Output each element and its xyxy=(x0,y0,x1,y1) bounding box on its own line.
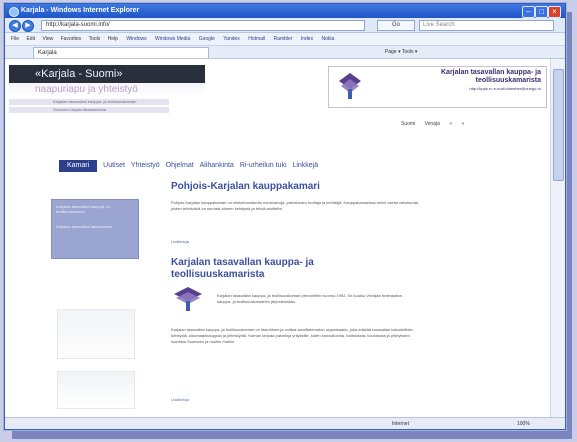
sidebar-link[interactable]: Karjalan tasavallan kauppa- ja teollisuu… xyxy=(56,204,132,214)
sidebar-link[interactable]: Karjalan tasavallan talousalueet xyxy=(56,224,132,229)
search-input[interactable]: Live Search xyxy=(419,20,554,31)
security-zone: Internet xyxy=(392,421,409,427)
article1-body: Pohjois-Karjalan kauppakamari on elinkei… xyxy=(171,200,419,211)
sidebar-image xyxy=(57,371,135,409)
chamber-banner[interactable]: Karjalan tasavallan kauppa- ja teollisuu… xyxy=(328,66,547,108)
lang-link[interactable]: Venäjä xyxy=(425,121,440,127)
page-content: «Karjala - Suomi» naapuriapu ja yhteisty… xyxy=(5,59,550,417)
lang-link[interactable]: » xyxy=(449,121,452,127)
chamber-logo-icon xyxy=(339,73,361,99)
article2-more-link[interactable]: Lisätietoja xyxy=(171,397,189,402)
back-icon[interactable]: ◀ xyxy=(9,20,21,32)
language-links: Suomi Venäjä » « xyxy=(401,121,472,127)
nav-item[interactable]: Alihankinta xyxy=(200,160,234,172)
nav-item[interactable]: Linkkejä xyxy=(292,160,318,172)
scrollbar-thumb[interactable] xyxy=(553,69,564,181)
link-item[interactable]: Index xyxy=(301,33,313,45)
lang-link[interactable]: « xyxy=(461,121,464,127)
menu-favorites[interactable]: Favorites xyxy=(61,33,82,45)
tab-row: Karjala Page ▾ Tools ▾ xyxy=(5,46,565,59)
menu-tools[interactable]: Tools xyxy=(89,33,101,45)
browser-window: Karjala - Windows Internet Explorer – □ … xyxy=(4,3,566,430)
minimize-button[interactable]: – xyxy=(522,6,535,18)
site-header-line: Suomen-Karjala liiketoimintaa xyxy=(9,107,169,113)
chamber-logo-icon xyxy=(174,287,202,311)
link-item[interactable]: Nokia xyxy=(321,33,334,45)
address-bar[interactable]: http://karjala-suomi.info/ xyxy=(41,20,365,31)
forward-icon[interactable]: ▶ xyxy=(22,20,34,32)
link-item[interactable]: Hotmail xyxy=(248,33,265,45)
site-header: «Karjala - Suomi» naapuriapu ja yhteisty… xyxy=(9,65,205,117)
vertical-scrollbar[interactable] xyxy=(550,59,565,417)
menu-edit[interactable]: Edit xyxy=(26,33,35,45)
menu-links-row: File Edit View Favorites Tools Help Wind… xyxy=(5,33,565,46)
link-item[interactable]: Windows Media xyxy=(155,33,190,45)
left-sidebar-box: Karjalan tasavallan kauppa- ja teollisuu… xyxy=(51,199,139,259)
link-item[interactable]: Google xyxy=(199,33,215,45)
menu-file[interactable]: File xyxy=(11,33,19,45)
nav-item-kamari[interactable]: Kamari xyxy=(59,160,98,172)
nav-item[interactable]: Ri-urheilun tuki xyxy=(240,160,287,172)
window-title: Karjala - Windows Internet Explorer xyxy=(21,7,140,14)
link-item[interactable]: Windows xyxy=(126,33,146,45)
banner-contact: http://kppk.ru e-mail:chamber@onego.ru xyxy=(469,86,541,91)
menu-view[interactable]: View xyxy=(42,33,53,45)
tab-karjala[interactable]: Karjala xyxy=(33,47,209,58)
menu-help[interactable]: Help xyxy=(108,33,118,45)
site-title: «Karjala - Suomi» xyxy=(9,65,205,83)
article2-intro: Karjalan tasavallan kauppa- ja teollisuu… xyxy=(217,293,403,304)
ie-icon xyxy=(9,7,19,17)
site-subtitle: naapuriapu ja yhteistyö xyxy=(9,83,205,97)
go-button[interactable]: Go xyxy=(377,20,415,31)
tab-tools[interactable]: Page ▾ Tools ▾ xyxy=(385,46,417,58)
lang-link[interactable]: Suomi xyxy=(401,121,415,127)
link-item[interactable]: Rambler xyxy=(274,33,293,45)
maximize-button[interactable]: □ xyxy=(535,6,548,18)
article2-title[interactable]: Karjalan tasavallan kauppa- ja teollisuu… xyxy=(171,257,391,281)
link-item[interactable]: Yandex xyxy=(223,33,240,45)
address-row: ◀ ▶ http://karjala-suomi.info/ Go Live S… xyxy=(5,18,565,33)
article2-body: Karjalan tasavallan kauppa- ja teollisuu… xyxy=(171,327,413,344)
site-header-line: Karjalan tasavallan kauppa- ja teollisuu… xyxy=(9,99,169,105)
close-button[interactable]: × xyxy=(548,6,561,18)
banner-line1: Karjalan tasavallan kauppa- ja xyxy=(441,69,541,76)
article1-title[interactable]: Pohjois-Karjalan kauppakamari xyxy=(171,181,491,193)
nav-item[interactable]: Ohjelmat xyxy=(166,160,194,172)
status-bar: Internet 100% xyxy=(5,417,565,429)
site-nav: Kamari Uutiset Yhteistyö Ohjelmat Alihan… xyxy=(59,160,322,172)
title-bar: Karjala - Windows Internet Explorer – □ … xyxy=(5,4,565,18)
nav-item[interactable]: Uutiset xyxy=(103,160,125,172)
sidebar-image xyxy=(57,309,135,359)
nav-item[interactable]: Yhteistyö xyxy=(131,160,160,172)
zoom-level[interactable]: 100% xyxy=(517,418,530,429)
article1-more-link[interactable]: Lisätietoja xyxy=(171,239,189,244)
banner-line2: teollisuuskamarista xyxy=(475,77,541,84)
